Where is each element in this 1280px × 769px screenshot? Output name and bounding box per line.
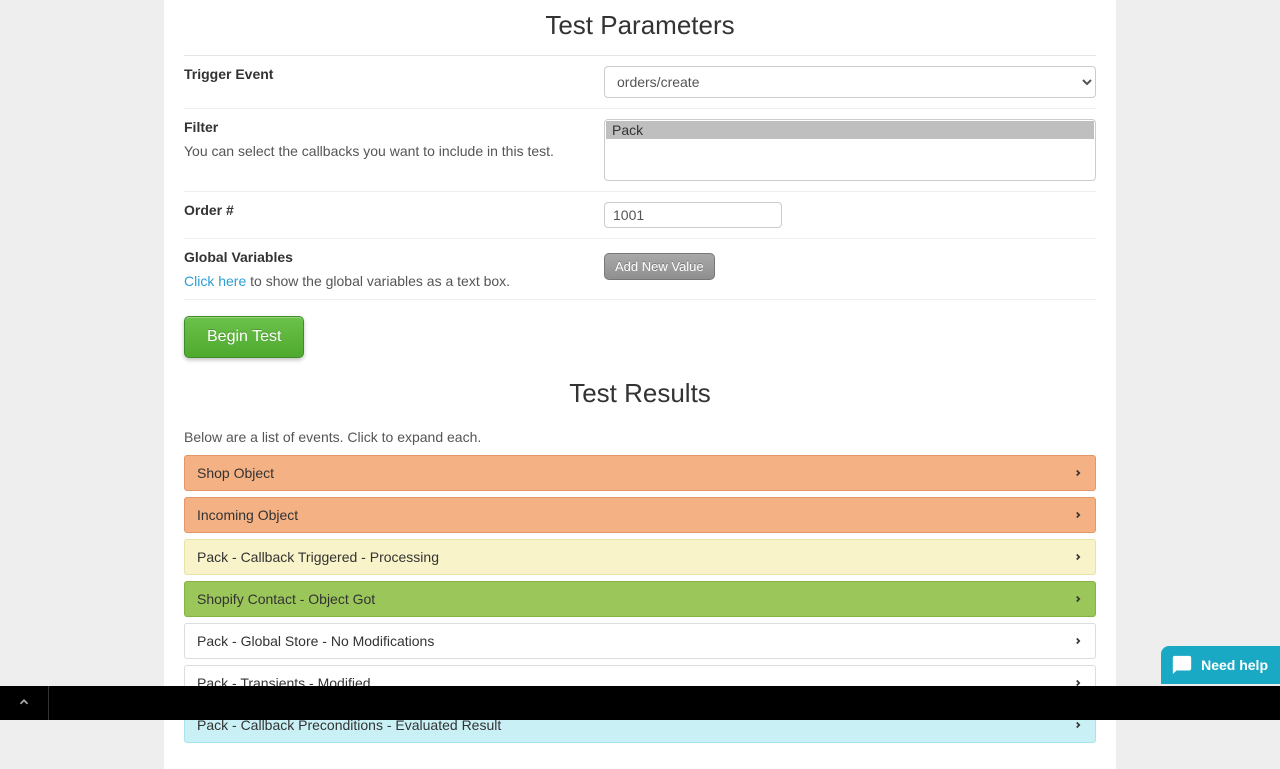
result-panel[interactable]: Shop Object: [184, 455, 1096, 491]
chevron-right-icon: [1073, 591, 1083, 607]
result-panel-label: Shopify Contact - Object Got: [197, 591, 375, 607]
bottom-bar: [0, 686, 1280, 720]
chevron-right-icon: [1073, 549, 1083, 565]
globals-help-rest: to show the global variables as a text b…: [246, 273, 510, 289]
result-panel[interactable]: Shopify Contact - Object Got: [184, 581, 1096, 617]
result-panel-label: Pack - Global Store - No Modifications: [197, 633, 434, 649]
filter-multiselect[interactable]: Pack: [604, 119, 1096, 181]
result-panel-label: Incoming Object: [197, 507, 298, 523]
order-input[interactable]: [604, 202, 782, 228]
help-widget[interactable]: Need help: [1161, 646, 1280, 684]
result-panel[interactable]: Incoming Object: [184, 497, 1096, 533]
result-panel[interactable]: Pack - Callback Triggered - Processing: [184, 539, 1096, 575]
filter-help-text: You can select the callbacks you want to…: [184, 143, 590, 159]
result-panel-label: Shop Object: [197, 465, 274, 481]
scroll-up-button[interactable]: [0, 695, 48, 712]
globals-label: Global Variables: [184, 249, 590, 265]
globals-help-text: Click here to show the global variables …: [184, 273, 590, 289]
help-widget-label: Need help: [1201, 657, 1268, 673]
filter-label: Filter: [184, 119, 590, 135]
add-new-value-button[interactable]: Add New Value: [604, 253, 715, 280]
trigger-select[interactable]: orders/create: [604, 66, 1096, 98]
result-panel-label: Pack - Callback Triggered - Processing: [197, 549, 439, 565]
chevron-right-icon: [1073, 507, 1083, 523]
begin-test-button[interactable]: Begin Test: [184, 316, 304, 358]
chevron-right-icon: [1073, 465, 1083, 481]
results-description: Below are a list of events. Click to exp…: [184, 429, 1096, 445]
chevron-up-icon: [17, 695, 31, 709]
order-label: Order #: [184, 202, 590, 218]
trigger-label: Trigger Event: [184, 66, 590, 82]
chevron-right-icon: [1073, 633, 1083, 649]
globals-click-here-link[interactable]: Click here: [184, 273, 246, 289]
results-title: Test Results: [184, 368, 1096, 423]
chat-icon: [1171, 654, 1193, 676]
result-panel[interactable]: Pack - Global Store - No Modifications: [184, 623, 1096, 659]
filter-option-pack[interactable]: Pack: [606, 121, 1094, 139]
parameters-title: Test Parameters: [184, 0, 1096, 55]
